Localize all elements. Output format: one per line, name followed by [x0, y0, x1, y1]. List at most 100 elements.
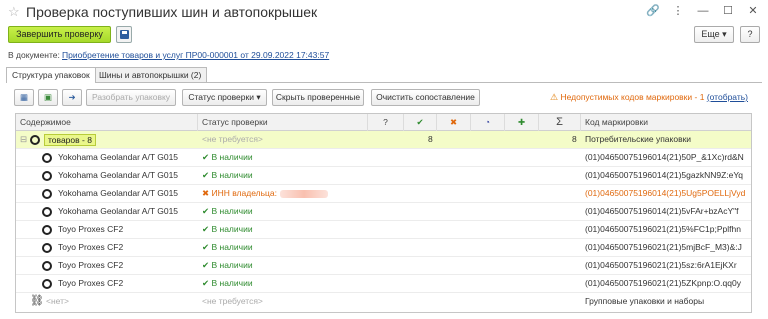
table-row[interactable]: Toyo Proxes CF2 ✔ В наличии (01)04650075… — [16, 257, 751, 275]
item-circle-icon — [42, 279, 52, 289]
header-code[interactable]: Код маркировки — [581, 114, 751, 131]
unpack-button[interactable]: Разобрать упаковку — [86, 89, 176, 106]
chevron-down-icon: ▾ — [722, 29, 727, 39]
footer-status: <не требуется> — [202, 296, 263, 306]
item-status-text: В наличии — [211, 206, 253, 216]
favorite-star-icon[interactable]: ☆ — [8, 4, 20, 20]
warning-text: Недопустимых кодов маркировки - 1 — [560, 92, 705, 102]
item-circle-icon — [42, 243, 52, 253]
save-button[interactable] — [116, 26, 132, 43]
table-row[interactable]: Toyo Proxes CF2 ✔ В наличии (01)04650075… — [16, 239, 751, 257]
maximize-icon[interactable]: ☐ — [721, 4, 735, 18]
footer-name: <нет> — [46, 296, 69, 306]
package-circle-icon — [30, 135, 40, 145]
item-status: ✔ В наличии — [202, 170, 253, 180]
link-icon[interactable]: 🔗 — [646, 4, 660, 18]
minimize-icon[interactable]: — — [696, 4, 710, 18]
item-status-text: В наличии — [211, 152, 253, 162]
header-sigma-icon[interactable]: Σ — [539, 114, 581, 131]
scan-icon: ▣ — [43, 92, 53, 102]
header-pie-icon[interactable]: ◔ — [471, 114, 505, 131]
tab-tires[interactable]: Шины и автопокрышки (2) — [93, 67, 208, 82]
toolbar-grid-button[interactable]: ▦ — [14, 89, 34, 106]
more-label: Еще — [701, 29, 720, 39]
arrow-icon: ➜ — [68, 92, 76, 102]
item-status-text: В наличии — [211, 224, 253, 234]
item-status: ✔ В наличии — [202, 242, 253, 252]
save-icon — [120, 30, 129, 39]
group-checked-count: 8 — [428, 134, 433, 144]
item-code: (01)04650075196014(21)5vFAr+bzAcY"f — [585, 206, 739, 216]
item-status-text: ИНН владельца: — [211, 188, 277, 198]
window-controls: 🔗 ⋮ — ☐ ✕ — [646, 4, 760, 18]
item-circle-icon — [42, 225, 52, 235]
help-button[interactable]: ? — [740, 26, 760, 43]
clear-match-button[interactable]: Очистить сопоставление — [371, 89, 480, 106]
item-circle-icon — [42, 153, 52, 163]
item-status: ✔ В наличии — [202, 278, 253, 288]
item-circle-icon — [42, 171, 52, 181]
item-name: Toyo Proxes CF2 — [58, 278, 124, 288]
close-icon[interactable]: ✕ — [746, 4, 760, 18]
document-label: В документе: — [8, 50, 60, 60]
header-cross-icon[interactable]: ✖ — [437, 114, 471, 131]
hide-checked-button[interactable]: Скрыть проверенные — [272, 89, 364, 106]
header-check-icon[interactable]: ✔ — [404, 114, 437, 131]
item-code: (01)04650075196021(21)5ZKpnp:O.qq0y — [585, 278, 741, 288]
header-status[interactable]: Статус проверки — [198, 114, 368, 131]
item-circle-icon — [42, 189, 52, 199]
collapse-icon[interactable]: ⊟ — [20, 131, 27, 149]
group-row[interactable]: ⊟ товаров - 8 <не требуется> 8 8 Потреби… — [16, 131, 751, 149]
item-status: ✔ В наличии — [202, 260, 253, 270]
table-row[interactable]: Yokohama Geolandar A/T G015 ✔ В наличии … — [16, 149, 751, 167]
table-row[interactable]: Toyo Proxes CF2 ✔ В наличии (01)04650075… — [16, 275, 751, 293]
warning-area: ⚠ Недопустимых кодов маркировки - 1 (ото… — [550, 92, 748, 103]
table-row[interactable]: Yokohama Geolandar A/T G015 ✔ В наличии … — [16, 167, 751, 185]
status-dropdown[interactable]: Статус проверки ▾ — [182, 89, 267, 106]
header-question[interactable]: ? — [368, 114, 404, 131]
item-circle-icon — [42, 207, 52, 217]
table-row[interactable]: Toyo Proxes CF2 ✔ В наличии (01)04650075… — [16, 221, 751, 239]
toolbar-scan-button[interactable]: ▣ — [38, 89, 58, 106]
more-vertical-icon[interactable]: ⋮ — [671, 4, 685, 18]
window-title: Проверка поступивших шин и автопокрышек — [26, 4, 318, 20]
table-row[interactable]: Yokohama Geolandar A/T G015 ✔ В наличии … — [16, 203, 751, 221]
table-row[interactable]: Yokohama Geolandar A/T G015 ✖ ИНН владел… — [16, 185, 751, 203]
header-plus-icon[interactable]: ✚ — [505, 114, 539, 131]
item-name: Yokohama Geolandar A/T G015 — [58, 152, 179, 162]
item-status: ✔ В наличии — [202, 152, 253, 162]
item-code: (01)04650075196021(21)5sz:6rA1EjKXr — [585, 260, 737, 270]
redacted-owner-inn — [280, 189, 328, 198]
group-label: товаров - 8 — [44, 134, 96, 146]
tab-package-structure[interactable]: Структура упаковок — [6, 67, 96, 83]
item-name: Yokohama Geolandar A/T G015 — [58, 170, 179, 180]
item-name: Toyo Proxes CF2 — [58, 260, 124, 270]
item-name: Yokohama Geolandar A/T G015 — [58, 188, 179, 198]
group-total-count: 8 — [572, 134, 577, 144]
chevron-down-icon: ▾ — [256, 92, 261, 102]
toolbar-move-button[interactable]: ➜ — [62, 89, 82, 106]
group-packages-row[interactable]: ⛓ <нет> <не требуется> Групповые упаковк… — [16, 293, 751, 311]
item-status-text: В наличии — [211, 278, 253, 288]
item-code: (01)04650075196014(21)50P_&1Xc)rd&N — [585, 152, 744, 162]
item-name: Toyo Proxes CF2 — [58, 224, 124, 234]
header-content[interactable]: Содержимое — [16, 114, 198, 131]
finish-check-button[interactable]: Завершить проверку — [8, 26, 111, 43]
grid-icon: ▦ — [19, 92, 29, 102]
item-status: ✖ ИНН владельца: — [202, 185, 328, 203]
group-status: <не требуется> — [202, 134, 263, 144]
item-name: Yokohama Geolandar A/T G015 — [58, 206, 179, 216]
warning-select-link[interactable]: (отобрать) — [707, 92, 748, 102]
item-status: ✔ В наличии — [202, 206, 253, 216]
item-status-text: В наличии — [211, 170, 253, 180]
status-dropdown-label: Статус проверки — [188, 92, 254, 102]
table-header: Содержимое Статус проверки ? ✔ ✖ ◔ ✚ Σ К… — [16, 114, 751, 131]
item-code: (01)04650075196021(21)5%FC1p;Pplfhn — [585, 224, 741, 234]
item-code: (01)04650075196021(21)5mjBcF_M3)&:J — [585, 242, 742, 252]
document-link[interactable]: Приобретение товаров и услуг ПР00-000001… — [62, 50, 329, 60]
more-button[interactable]: Еще ▾ — [694, 26, 734, 43]
package-table[interactable]: Содержимое Статус проверки ? ✔ ✖ ◔ ✚ Σ К… — [15, 113, 752, 313]
item-code: (01)04650075196014(21)5Ug5POELLjVyd — [585, 188, 746, 198]
item-name: Toyo Proxes CF2 — [58, 242, 124, 252]
item-status-text: В наличии — [211, 242, 253, 252]
